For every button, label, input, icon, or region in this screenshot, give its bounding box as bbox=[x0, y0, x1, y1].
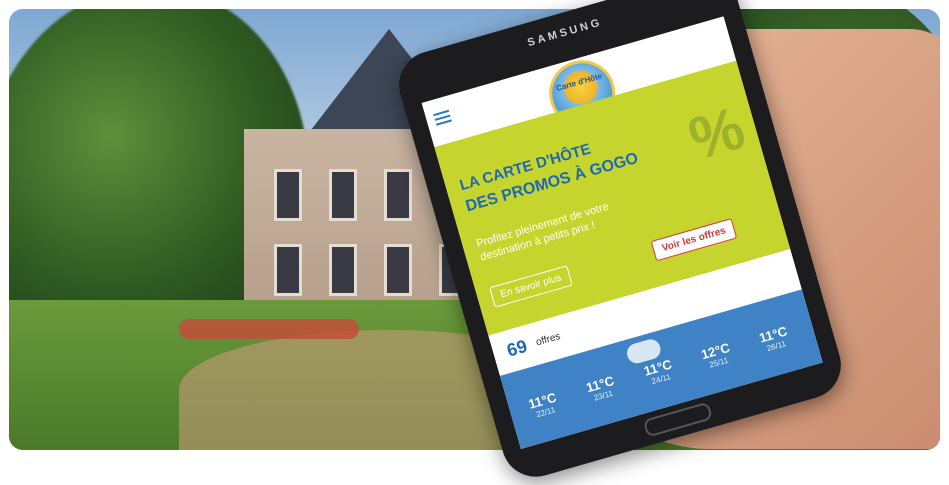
view-offers-label: Voir les offres bbox=[660, 225, 728, 255]
offers-count: 69 bbox=[504, 335, 530, 361]
menu-line bbox=[435, 119, 452, 126]
learn-more-button[interactable]: En savoir plus bbox=[489, 265, 573, 308]
window bbox=[329, 244, 357, 296]
offers-label: offres bbox=[534, 331, 562, 349]
rain-icon bbox=[748, 306, 770, 328]
window bbox=[384, 244, 412, 296]
forecast-day: 11°C 22/11 bbox=[513, 386, 573, 425]
view-offers-button[interactable]: Voir les offres bbox=[650, 218, 738, 262]
window bbox=[274, 244, 302, 296]
rain-icon bbox=[577, 355, 599, 377]
rain-icon bbox=[692, 322, 714, 344]
hamburger-menu-icon[interactable] bbox=[433, 109, 452, 126]
logo-text: Carte d'Hôte bbox=[555, 71, 604, 94]
percent-icon: % bbox=[681, 93, 752, 173]
flower-bed bbox=[179, 319, 359, 339]
window bbox=[329, 169, 357, 221]
window bbox=[384, 169, 412, 221]
window bbox=[274, 169, 302, 221]
rain-icon bbox=[521, 371, 543, 393]
learn-more-label: En savoir plus bbox=[499, 272, 563, 301]
